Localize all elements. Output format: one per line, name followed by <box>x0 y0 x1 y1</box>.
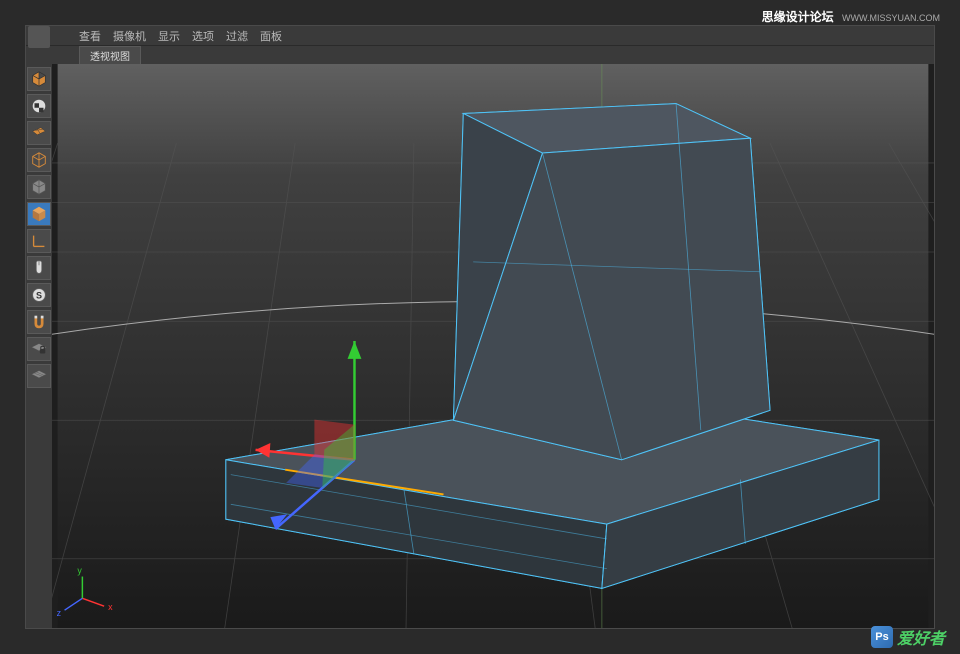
tab-perspective[interactable]: 透视视图 <box>79 46 141 65</box>
ps-logo-icon: Ps <box>871 626 893 648</box>
menu-options[interactable]: 选项 <box>192 28 214 44</box>
viewport-3d[interactable]: x y z <box>52 64 934 628</box>
grid-lock-tool[interactable] <box>27 337 51 361</box>
menu-panel[interactable]: 面板 <box>260 28 282 44</box>
menu-view[interactable]: 查看 <box>79 28 101 44</box>
cube-primitive-tool[interactable] <box>27 67 51 91</box>
watermark-top: 思缘设计论坛 WWW.MISSYUAN.COM <box>762 8 940 25</box>
menu-filter[interactable]: 过滤 <box>226 28 248 44</box>
watermark-bottom: Ps 爱好者 <box>871 625 945 649</box>
cube-wire-tool[interactable] <box>27 148 51 172</box>
sphere-checker-tool[interactable] <box>27 94 51 118</box>
axis-tool[interactable] <box>27 229 51 253</box>
mouse-tool[interactable] <box>27 256 51 280</box>
viewport-canvas[interactable]: x y z <box>52 64 934 628</box>
left-toolbar: S <box>26 64 52 628</box>
app-window: 查看 摄像机 显示 选项 过滤 面板 透视视图 <box>25 25 935 629</box>
svg-text:x: x <box>108 602 113 612</box>
snap-s-tool[interactable]: S <box>27 283 51 307</box>
svg-text:S: S <box>36 291 42 301</box>
svg-text:y: y <box>77 566 82 576</box>
grid-tool[interactable] <box>27 364 51 388</box>
menu-bar: 查看 摄像机 显示 选项 过滤 面板 <box>26 26 934 46</box>
cube-solid-tool[interactable] <box>27 202 51 226</box>
svg-text:z: z <box>57 608 61 618</box>
cube-gray-tool[interactable] <box>27 175 51 199</box>
magnet-tool[interactable] <box>27 310 51 334</box>
app-icon <box>28 26 50 48</box>
menu-display[interactable]: 显示 <box>158 28 180 44</box>
tab-bar: 透视视图 <box>26 46 934 64</box>
plane-grid-tool[interactable] <box>27 121 51 145</box>
menu-camera[interactable]: 摄像机 <box>113 28 146 44</box>
